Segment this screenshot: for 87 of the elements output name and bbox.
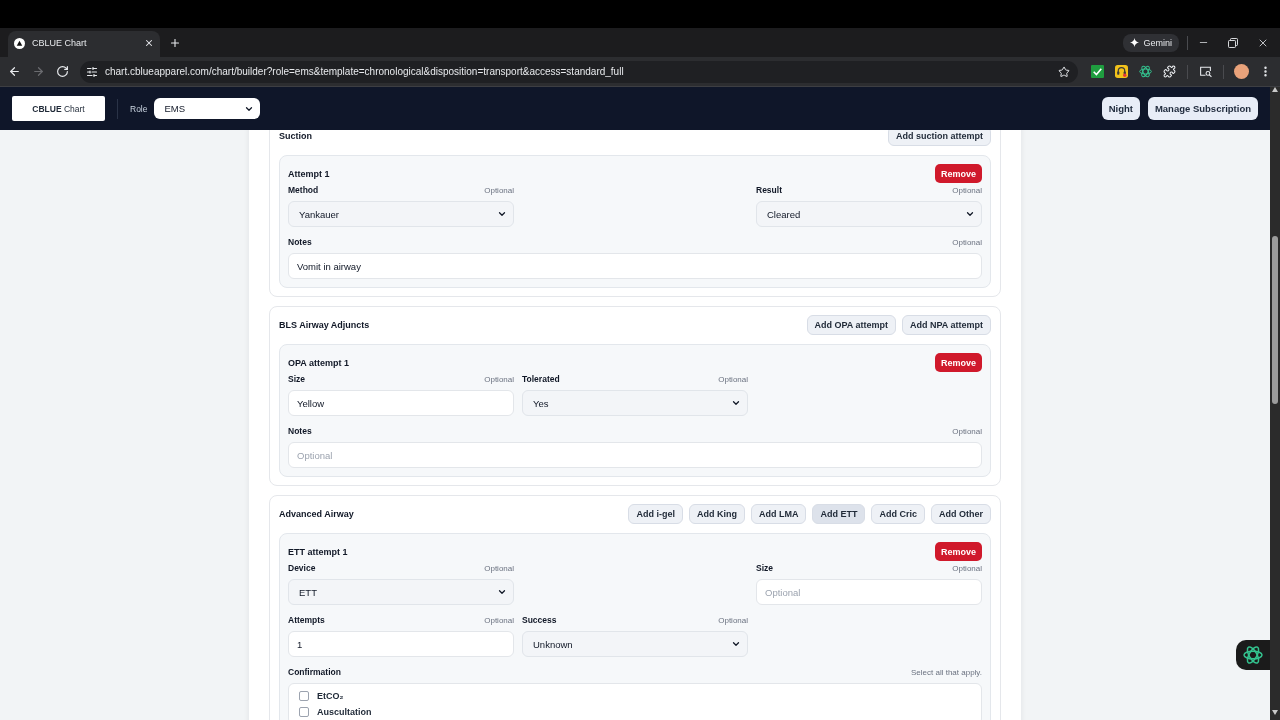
field-hint: Optional (484, 374, 514, 384)
gemini-button[interactable]: Gemini (1123, 33, 1179, 52)
restore-icon[interactable] (1228, 37, 1238, 48)
header-button[interactable]: Manage Subscription (1147, 97, 1258, 120)
section-title: Suction (279, 131, 312, 141)
star-icon[interactable] (1058, 65, 1070, 78)
sparkle-icon (1130, 38, 1140, 47)
add-button[interactable]: Add NPA attempt (902, 315, 991, 335)
text-field[interactable]: Optional (288, 442, 982, 468)
field-hint: Select all that apply. (911, 667, 982, 677)
field-hint: Optional (718, 374, 748, 384)
field-hint: Optional (952, 426, 982, 436)
field-hint: Optional (484, 185, 514, 195)
checkbox-label: Auscultation (317, 707, 372, 717)
add-button[interactable]: Add i-gel (628, 504, 683, 524)
address-bar[interactable]: chart.cblueapparel.com/chart/builder?role=ems&template=chronological&disposition=transport&access=standard_full (80, 60, 1078, 83)
sliders-icon[interactable] (86, 65, 98, 78)
attempt-title: ETT attempt 1 (288, 546, 348, 557)
add-button[interactable]: Add Cric (871, 504, 925, 524)
checkbox[interactable] (299, 707, 309, 717)
field-hint: Optional (484, 563, 514, 573)
chevron-down-icon (497, 209, 507, 219)
field-hint: Optional (484, 615, 514, 625)
text-field[interactable]: Vomit in airway (288, 253, 982, 279)
text-field[interactable]: 1 (288, 631, 514, 657)
browser-tab[interactable]: CBLUE Chart (8, 31, 160, 57)
atom-icon[interactable] (1138, 65, 1152, 78)
dropdown[interactable]: ETT (288, 579, 514, 605)
role-label: Role (130, 103, 148, 114)
caret-down-icon[interactable] (1272, 710, 1278, 715)
attempt-title: OPA attempt 1 (288, 357, 349, 368)
avatar[interactable] (1233, 64, 1249, 79)
reload-icon[interactable] (55, 65, 69, 78)
puzzle-icon[interactable] (1162, 65, 1176, 78)
text-field[interactable]: Yellow (288, 390, 514, 416)
add-button[interactable]: Add suction attempt (888, 130, 991, 146)
field-label: Notes (288, 237, 312, 247)
field-label: Result (756, 185, 782, 195)
remove-button[interactable]: Remove (935, 542, 982, 561)
scrollbar-thumb[interactable] (1272, 236, 1278, 404)
text-field[interactable]: Optional (756, 579, 982, 605)
field-hint: Optional (952, 185, 982, 195)
field-label: Size (756, 563, 773, 573)
plus-icon[interactable] (169, 36, 181, 49)
back-icon[interactable] (7, 65, 21, 78)
atom-icon (1243, 645, 1263, 665)
field-hint: Optional (952, 563, 982, 573)
add-button[interactable]: Add OPA attempt (806, 315, 896, 335)
scrollbar[interactable] (1270, 87, 1280, 720)
add-button[interactable]: Add King (689, 504, 745, 524)
field-hint: Optional (718, 615, 748, 625)
attempt-title: Attempt 1 (288, 168, 330, 179)
remove-button[interactable]: Remove (935, 164, 982, 183)
headset-icon[interactable] (1114, 65, 1128, 78)
field-label: Attempts (288, 615, 325, 625)
field-label: Method (288, 185, 319, 195)
checkbox-label: EtCO₂ (317, 691, 344, 701)
triangle-logo-icon (14, 37, 25, 49)
dropdown[interactable]: Cleared (756, 201, 982, 227)
add-button[interactable]: Add ETT (812, 504, 866, 524)
field-label: Confirmation (288, 667, 341, 677)
dropdown[interactable]: Unknown (522, 631, 748, 657)
section-title: Advanced Airway (279, 509, 354, 519)
chevron-down-icon (731, 639, 741, 649)
chevron-down-icon (497, 587, 507, 597)
assistant-button[interactable] (1236, 640, 1270, 670)
dropdown[interactable]: Yes (522, 390, 748, 416)
field-label: Success (522, 615, 557, 625)
header-button[interactable]: Night (1101, 97, 1140, 120)
field-label: Device (288, 563, 316, 573)
role-dropdown[interactable]: EMS (154, 98, 261, 119)
dropdown[interactable]: Yankauer (288, 201, 514, 227)
close-icon[interactable] (144, 38, 154, 48)
section-title: BLS Airway Adjuncts (279, 320, 370, 330)
chevron-down-icon (965, 209, 975, 219)
logo[interactable]: CBLUE Chart (12, 96, 105, 121)
check-square-icon[interactable] (1090, 65, 1104, 78)
remove-button[interactable]: Remove (935, 353, 982, 372)
chevron-down-icon (731, 398, 741, 408)
field-hint: Optional (952, 237, 982, 247)
field-label: Notes (288, 426, 312, 436)
checkbox[interactable] (299, 691, 309, 701)
tab-search-icon[interactable] (1198, 65, 1212, 78)
add-button[interactable]: Add Other (931, 504, 991, 524)
field-label: Tolerated (522, 374, 560, 384)
add-button[interactable]: Add LMA (751, 504, 807, 524)
field-label: Size (288, 374, 305, 384)
